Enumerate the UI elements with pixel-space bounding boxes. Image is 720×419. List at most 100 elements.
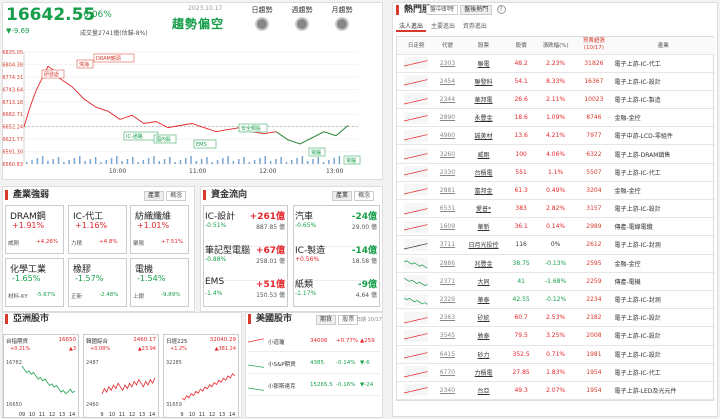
hot-stock-row[interactable]: 3260 威剛 100 4.06% 6322 電子上游-DRAM鎮售 — [397, 144, 715, 164]
stock-code[interactable]: 6770 — [435, 363, 460, 382]
hot-stock-row[interactable]: 2881 富邦金 61.3 0.49% 3204 金融-金控 — [397, 181, 715, 201]
trend-view-day[interactable]: 日趨勢 — [247, 5, 277, 31]
stock-name[interactable]: 聯電 — [459, 54, 508, 73]
hot-stock-row[interactable]: 3711 日月光投控 116 0% 2612 電子上游-IC-封測 — [397, 235, 715, 255]
sector-lead-stock[interactable]: 上銀 — [133, 292, 144, 300]
stock-name[interactable]: 富邦金 — [459, 181, 508, 201]
fund-item[interactable]: EMS -1.4% +51億 150.53 億 — [203, 275, 288, 315]
trend-view-week[interactable]: 週趨勢 — [287, 5, 317, 31]
intraday-chart[interactable]: 16835.05 16804.38 16774.31 16743.64 16713.18… — [2, 46, 383, 180]
stock-name[interactable]: 永豐金 — [459, 108, 508, 128]
hot-stock-row[interactable]: 2371 大同 41 -1.68% 2259 傳產-電機 — [397, 272, 715, 291]
help-icon[interactable]: ? — [496, 5, 506, 14]
sector-card[interactable]: 紡織纖維 +1.01% 聚陽 +7.51% — [130, 205, 189, 254]
us-market-row[interactable]: 小S&P期貨 4385 -0.14% ▼-6 — [248, 354, 380, 374]
stock-code[interactable]: 2330 — [435, 163, 460, 182]
hot-stock-row[interactable]: 2454 聯發科 54.1 8.33% 16367 電子上游-IC-設計 — [397, 72, 715, 91]
asia-market-card[interactable]: 韓國綜合 2460.17 +0.08% ▲23.94 2487 2460 9 10 11 12 13… — [83, 334, 159, 418]
stock-code[interactable]: 6415 — [435, 345, 460, 364]
stock-code[interactable]: 2886 — [435, 254, 460, 273]
market-x-label: 13 — [219, 412, 225, 418]
stock-name[interactable]: 力積電 — [459, 363, 508, 382]
hot-stock-row[interactable]: 6770 力積電 27.85 1.83% 1954 電子上游-IC-代工 — [397, 363, 715, 382]
stock-pct: -0.12% — [534, 290, 577, 310]
stock-name[interactable]: 矽統 — [459, 308, 508, 328]
stock-name[interactable]: 敦泰 — [459, 326, 508, 346]
hot-stock-row[interactable]: 2329 華泰 42.55 -0.12% 2234 電子上游-IC-封測 — [397, 290, 715, 310]
sector-card[interactable]: DRAM鋼 +1.91% 威剛 +4.26% — [5, 205, 64, 254]
sector-card[interactable]: 橡膠 -1.57% 正新 -2.48% — [68, 258, 127, 307]
sector-card[interactable]: 電機 -1.54% 上銀 -9.89% — [130, 258, 189, 307]
stock-code[interactable]: 3260 — [435, 144, 460, 164]
stock-code[interactable]: 2371 — [435, 272, 460, 291]
stock-code[interactable]: 2344 — [435, 90, 460, 110]
hot-tab-realtime[interactable]: 盤中即時 — [426, 5, 459, 15]
sector-lead-stock[interactable]: 正新 — [71, 292, 82, 300]
hot-subtab-institution[interactable]: 法人進出 — [396, 23, 427, 32]
stock-name[interactable]: 華泰 — [459, 290, 508, 310]
sector-card[interactable]: IC-代工 +1.16% 力積 +4.8% — [68, 205, 127, 254]
fund-amount: +67億 — [255, 246, 285, 256]
stock-name[interactable]: 聯發科 — [459, 72, 508, 91]
hot-subtab-major[interactable]: 主要進出 — [428, 23, 458, 30]
hot-stock-row[interactable]: 2303 聯電 48.2 2.23% 31826 電子上游-IC-代工 — [397, 54, 715, 73]
stock-name[interactable]: 兆豐金 — [459, 254, 508, 273]
stock-industry: 電子上游-IC-設計 — [611, 308, 715, 328]
stock-name[interactable]: 砂力 — [459, 345, 508, 364]
stock-name[interactable]: 愛普* — [459, 199, 508, 219]
stock-price: 61.3 — [507, 181, 535, 201]
fund-tab-concept[interactable]: 概念 — [354, 191, 375, 201]
sector-lead-stock[interactable]: 材料-KY — [8, 292, 28, 300]
us-market-row[interactable]: 小道瓊 34006 +0.77% ▲259 — [248, 332, 380, 352]
hot-subtab-margin[interactable]: 資券進出 — [460, 23, 490, 30]
hot-tab-after[interactable]: 盤後熱門 — [460, 5, 493, 15]
us-tab-futures[interactable]: 期貨 — [316, 315, 337, 325]
hot-stock-row[interactable]: 2886 兆豐金 38.75 -0.13% 2595 金融-金控 — [397, 254, 715, 273]
hot-stock-row[interactable]: 2330 台積電 551 1.1% 5507 電子上游-IC-代工 — [397, 163, 715, 182]
hot-stock-row[interactable]: 3545 敦泰 79.5 3.25% 2008 電子上游-IC-設計 — [397, 326, 715, 346]
stock-name[interactable]: 華新 — [459, 217, 508, 237]
stock-code[interactable]: 4960 — [435, 126, 460, 146]
stock-net-volume: 2989 — [576, 217, 612, 237]
stock-industry: 金融-金控 — [611, 254, 715, 273]
hot-stock-row[interactable]: 2890 永豐金 18.6 1.09% 8746 金融-金控 — [397, 108, 715, 128]
hot-stock-row[interactable]: 2363 矽統 60.7 2.53% 2182 電子上游-IC-設計 — [397, 308, 715, 328]
hot-stock-row[interactable]: 1609 華新 36.1 0.14% 2989 傳產-電線電纜 — [397, 217, 715, 237]
sector-tab-concept[interactable]: 概念 — [166, 191, 187, 201]
stock-code[interactable]: 2881 — [435, 181, 460, 201]
hot-stock-row[interactable]: 4960 誠美材 13.6 4.21% 7977 電子中游-LCD-零組件 — [397, 126, 715, 146]
hot-stock-row[interactable]: 2344 華邦電 26.6 2.11% 10023 電子上游-IC-製造 — [397, 90, 715, 110]
stock-name[interactable]: 華邦電 — [459, 90, 508, 110]
stock-code[interactable]: 2890 — [435, 108, 460, 128]
hot-stock-row[interactable]: 6531 愛普* 383 2.82% 3157 電子上游-IC-設計 — [397, 199, 715, 219]
asia-market-card[interactable]: 日經225 32040.29 +1.2% ▲381.24 32285 31659 9 10 11… — [163, 334, 239, 418]
trend-view-month[interactable]: 月趨勢 — [327, 5, 357, 31]
sector-lead-stock[interactable]: 威剛 — [8, 239, 19, 247]
us-market-row[interactable]: 小那斯達克 15265.5 -0.16% ▼-24 — [248, 376, 380, 396]
stock-code[interactable]: 3545 — [435, 326, 460, 346]
hot-stock-row[interactable]: 2340 台亞 49.3 2.07% 1954 電子上游-LED及光元件 — [397, 381, 715, 401]
sector-lead-stock[interactable]: 聚陽 — [133, 239, 144, 247]
fund-item[interactable]: 紙類 -1.17% -9億 4.64 億 — [293, 275, 380, 315]
stock-code[interactable]: 6531 — [435, 199, 460, 219]
stock-name[interactable]: 台積電 — [459, 163, 508, 182]
fund-tab-industry[interactable]: 產業 — [332, 191, 353, 201]
stock-name[interactable]: 日月光投控 — [459, 235, 508, 255]
stock-name[interactable]: 誠美材 — [459, 126, 508, 146]
sector-lead-stock[interactable]: 力積 — [71, 239, 82, 247]
stock-code[interactable]: 2329 — [435, 290, 460, 310]
stock-name[interactable]: 威剛 — [459, 144, 508, 164]
volume-bar — [126, 159, 129, 164]
stock-name[interactable]: 大同 — [459, 272, 508, 291]
stock-code[interactable]: 2454 — [435, 72, 460, 91]
stock-code[interactable]: 2303 — [435, 54, 460, 73]
stock-code[interactable]: 2363 — [435, 308, 460, 328]
sector-card[interactable]: 化學工業 -1.65% 材料-KY -5.67% — [5, 258, 64, 307]
stock-code[interactable]: 2340 — [435, 381, 460, 401]
asia-market-card[interactable]: 台指期貨 16650 +0.21% ▲3 16782 16650 09 10 11 12 13 14 — [3, 334, 79, 418]
stock-code[interactable]: 3711 — [435, 235, 460, 255]
hot-stock-row[interactable]: 6415 砂力 352.5 0.71% 1981 電子上游-IC-設計 — [397, 345, 715, 364]
sector-tab-industry[interactable]: 產業 — [144, 191, 165, 201]
stock-code[interactable]: 1609 — [435, 217, 460, 237]
stock-name[interactable]: 台亞 — [459, 381, 508, 401]
